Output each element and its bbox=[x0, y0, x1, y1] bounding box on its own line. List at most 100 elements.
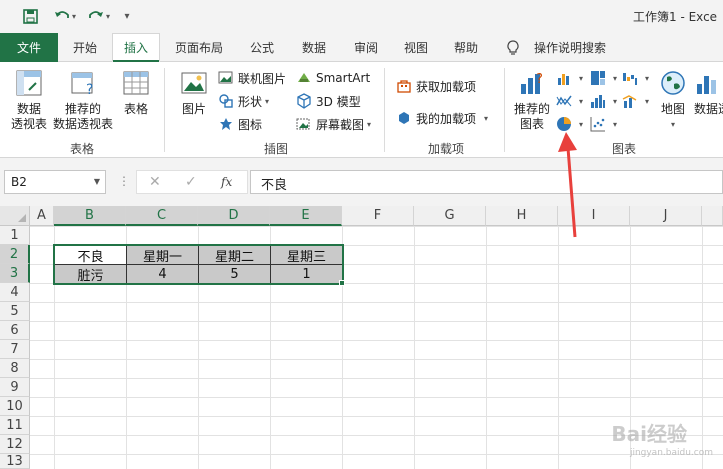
smartart-label: SmartArt bbox=[316, 71, 371, 85]
row-header-13[interactable]: 13 bbox=[0, 454, 30, 469]
ribbon-tabs: 文件 开始 插入 页面布局 公式 数据 审阅 视图 帮助 操作说明搜索 bbox=[0, 33, 723, 62]
tab-view[interactable]: 视图 bbox=[396, 33, 436, 62]
smartart-button[interactable]: SmartArt bbox=[296, 68, 370, 88]
recommended-charts-label: 推荐的 图表 bbox=[513, 102, 550, 131]
formula-input[interactable]: 不良 bbox=[250, 170, 723, 194]
row-header-9[interactable]: 9 bbox=[0, 378, 30, 397]
row-header-4[interactable]: 4 bbox=[0, 283, 30, 302]
pie-chart-icon bbox=[557, 117, 571, 131]
row-header-6[interactable]: 6 bbox=[0, 321, 30, 340]
tab-insert[interactable]: 插入 bbox=[112, 33, 160, 62]
online-picture-button[interactable]: 联机图片 bbox=[218, 68, 286, 88]
recommended-pivot-button[interactable]: ? 推荐的 数据透视表 bbox=[50, 68, 116, 132]
screenshot-icon bbox=[296, 118, 310, 130]
online-picture-label: 联机图片 bbox=[238, 71, 287, 86]
save-icon[interactable] bbox=[22, 7, 38, 25]
selection-outline bbox=[53, 244, 344, 285]
recommended-charts-button[interactable]: ? 推荐的 图表 bbox=[512, 68, 552, 132]
globe-icon bbox=[661, 71, 685, 95]
table-button[interactable]: 表格 bbox=[118, 68, 154, 117]
column-header-i[interactable]: I bbox=[558, 206, 630, 226]
tab-help[interactable]: 帮助 bbox=[444, 33, 488, 62]
column-header-e[interactable]: E bbox=[270, 206, 342, 226]
3d-model-label: 3D 模型 bbox=[316, 94, 361, 109]
row-header-11[interactable]: 11 bbox=[0, 416, 30, 435]
row-header-8[interactable]: 8 bbox=[0, 359, 30, 378]
tab-page-layout[interactable]: 页面布局 bbox=[166, 33, 232, 62]
scatter-chart-icon bbox=[590, 117, 605, 132]
redo-icon[interactable]: ▾ bbox=[86, 7, 112, 25]
ribbon-separator bbox=[164, 68, 165, 152]
row-header-12[interactable]: 12 bbox=[0, 435, 30, 454]
column-header-h[interactable]: H bbox=[486, 206, 558, 226]
group-label-charts: 图表 bbox=[611, 142, 636, 156]
column-chart-button[interactable]: ▾ bbox=[556, 68, 583, 88]
pivot-table-button[interactable]: 数据 透视表 bbox=[8, 68, 50, 132]
pie-chart-button[interactable]: ▾ bbox=[556, 114, 583, 134]
line-chart-button[interactable]: ▾ bbox=[556, 91, 583, 111]
get-addins-button[interactable]: 获取加载项 bbox=[396, 76, 476, 96]
map-chart-button[interactable]: 地图 ▾ bbox=[656, 68, 690, 132]
tab-data[interactable]: 数据 bbox=[292, 33, 336, 62]
column-header-g[interactable]: G bbox=[414, 206, 486, 226]
chevron-down-icon[interactable]: ▼ bbox=[94, 177, 100, 186]
column-header-f[interactable]: F bbox=[342, 206, 414, 226]
column-header-j[interactable]: J bbox=[630, 206, 702, 226]
fill-handle[interactable] bbox=[339, 280, 345, 286]
enter-icon[interactable]: ✓ bbox=[185, 174, 197, 190]
more-options-icon[interactable]: ⋮ bbox=[118, 174, 130, 188]
shapes-icon bbox=[219, 94, 233, 108]
select-all-button[interactable] bbox=[0, 206, 30, 226]
name-box-value: B2 bbox=[11, 175, 27, 189]
row-header-5[interactable]: 5 bbox=[0, 302, 30, 321]
tab-review[interactable]: 审阅 bbox=[344, 33, 388, 62]
shapes-button[interactable]: 形状 ▾ bbox=[218, 91, 269, 111]
scatter-chart-button[interactable]: ▾ bbox=[590, 114, 617, 134]
undo-icon[interactable]: ▾ bbox=[52, 7, 78, 25]
smartart-icon bbox=[298, 73, 310, 82]
pivot-chart-button[interactable]: 数据透 bbox=[694, 68, 723, 117]
my-addins-button[interactable]: 我的加载项 ▾ bbox=[396, 108, 488, 128]
combo-chart-button[interactable]: ▾ bbox=[622, 91, 649, 111]
column-header-b[interactable]: B bbox=[54, 206, 126, 226]
tell-me-search[interactable]: 操作说明搜索 bbox=[528, 33, 612, 62]
cancel-icon[interactable]: ✕ bbox=[149, 174, 161, 190]
tab-home[interactable]: 开始 bbox=[62, 33, 108, 62]
table-icon bbox=[123, 71, 149, 95]
row-header-3[interactable]: 3 bbox=[0, 264, 30, 283]
row-header-1[interactable]: 1 bbox=[0, 226, 30, 245]
hierarchy-chart-button[interactable]: ▾ bbox=[590, 68, 617, 88]
watermark-logo: Bai经验 bbox=[611, 422, 687, 446]
column-header-k[interactable] bbox=[702, 206, 723, 226]
tab-formulas[interactable]: 公式 bbox=[240, 33, 284, 62]
lightbulb-icon bbox=[504, 33, 522, 62]
column-header-c[interactable]: C bbox=[126, 206, 198, 226]
treemap-icon bbox=[591, 71, 605, 85]
row-header-10[interactable]: 10 bbox=[0, 397, 30, 416]
waterfall-chart-button[interactable]: ▾ bbox=[622, 68, 649, 88]
name-box[interactable]: B2 ▼ bbox=[4, 170, 106, 194]
customize-toolbar-icon[interactable]: ▾ bbox=[120, 7, 134, 25]
column-header-a[interactable]: A bbox=[30, 206, 54, 226]
group-label-addins: 加载项 bbox=[427, 142, 464, 156]
waterfall-chart-icon bbox=[623, 73, 637, 85]
statistic-chart-button[interactable]: ▾ bbox=[590, 91, 617, 111]
recommended-pivot-icon: ? bbox=[71, 72, 93, 98]
screenshot-button[interactable]: 屏幕截图 ▾ bbox=[296, 114, 371, 134]
cube-icon bbox=[297, 93, 311, 109]
tab-file[interactable]: 文件 bbox=[0, 33, 58, 62]
row-header-7[interactable]: 7 bbox=[0, 340, 30, 359]
formula-bar: B2 ▼ ⋮ ✕ ✓ fx 不良 bbox=[0, 158, 723, 206]
svg-text:?: ? bbox=[86, 82, 93, 98]
insert-function-icon[interactable]: fx bbox=[221, 175, 232, 189]
picture-button[interactable]: 图片 bbox=[174, 68, 214, 117]
map-chart-label: 地图 bbox=[660, 102, 685, 116]
icons-button[interactable]: 图标 bbox=[218, 114, 262, 134]
3d-model-button[interactable]: 3D 模型 bbox=[296, 91, 361, 111]
pivot-table-label: 数据 透视表 bbox=[10, 102, 47, 131]
recommended-pivot-label: 推荐的 数据透视表 bbox=[52, 102, 113, 131]
column-header-d[interactable]: D bbox=[198, 206, 270, 226]
get-addins-label: 获取加载项 bbox=[416, 79, 477, 94]
row-header-2[interactable]: 2 bbox=[0, 245, 30, 264]
table-label: 表格 bbox=[123, 102, 148, 116]
